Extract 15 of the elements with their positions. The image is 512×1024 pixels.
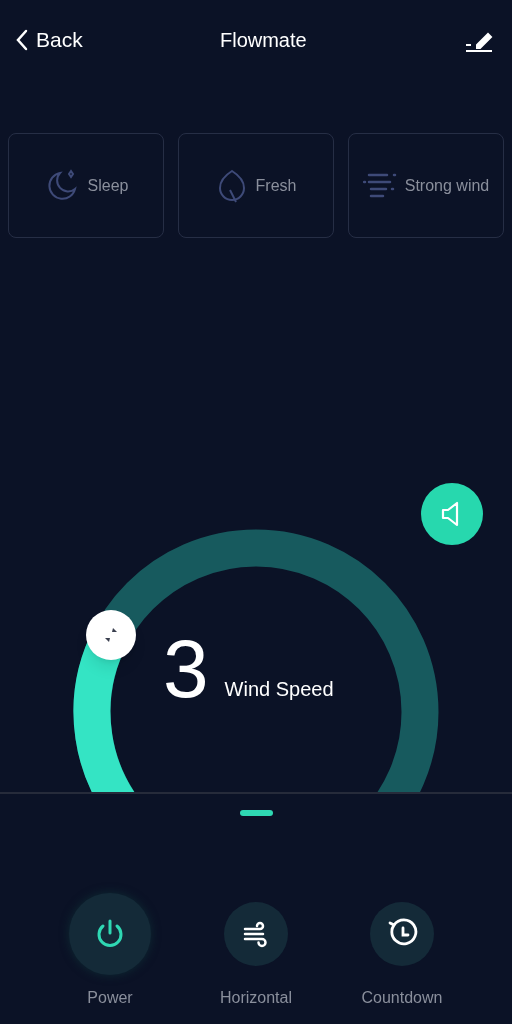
control-label: Power — [87, 988, 133, 1008]
mode-card[interactable]: Sleep — [8, 133, 164, 238]
wind-lines-icon — [362, 172, 397, 199]
wind-speed-label: Wind Speed — [224, 677, 334, 702]
control-label: Horizontal — [220, 988, 292, 1008]
wind-speed-value: 3 — [163, 628, 209, 710]
dial-thumb[interactable] — [86, 610, 137, 661]
back-button[interactable]: Back — [16, 24, 83, 56]
mode-card[interactable]: Strong wind — [348, 133, 504, 238]
mode-card[interactable]: Fresh — [178, 133, 334, 238]
control-label: Countdown — [361, 988, 443, 1008]
page-indicator — [239, 810, 273, 816]
page-title: Flowmate — [220, 28, 307, 53]
chevron-left-icon — [16, 29, 28, 51]
arrows-icon — [103, 627, 120, 644]
